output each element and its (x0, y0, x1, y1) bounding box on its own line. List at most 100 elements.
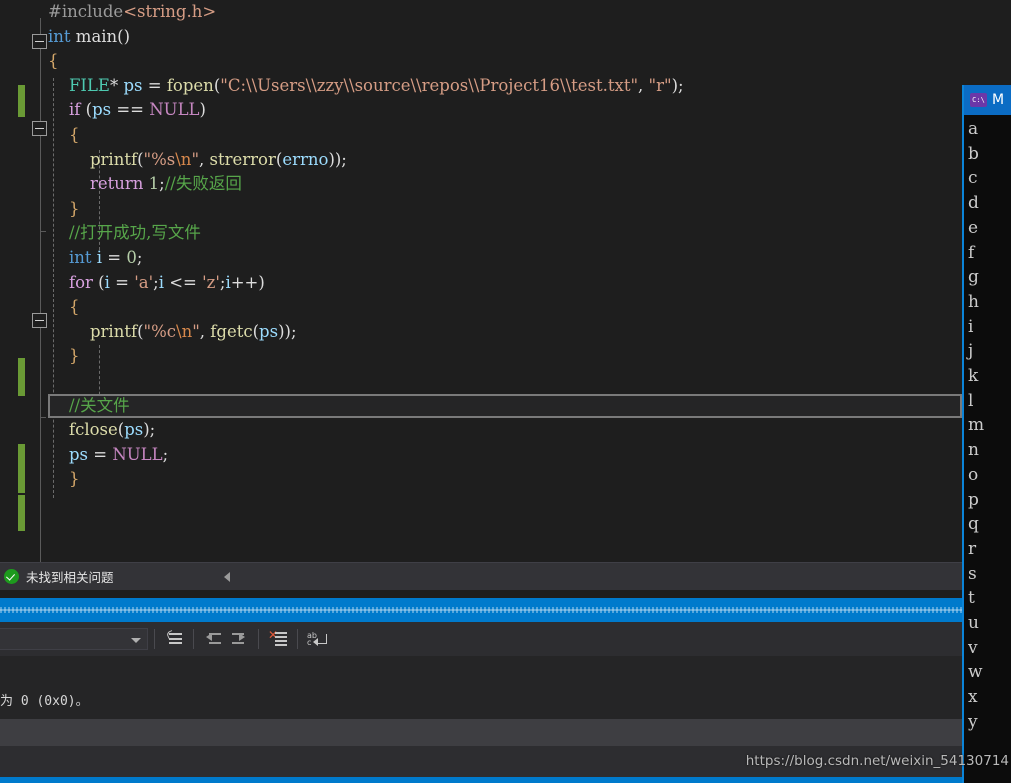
chevron-down-icon (131, 638, 141, 643)
code-token: , (199, 149, 210, 169)
code-token: "r" (648, 75, 672, 95)
code-token: = (102, 247, 127, 267)
change-marker (18, 85, 25, 117)
code-line[interactable]: { (0, 49, 962, 74)
source-select[interactable] (0, 628, 148, 650)
code-token: 1 (148, 174, 160, 194)
clear-all-icon: ✕ (268, 629, 287, 646)
toolbar-separator (297, 629, 298, 649)
word-wrap-button[interactable]: ab c (304, 627, 330, 651)
code-token: == (111, 100, 150, 120)
code-token: 'a' (134, 272, 154, 292)
code-token: fopen (166, 75, 214, 95)
code-line[interactable]: fclose(ps); (0, 418, 962, 443)
code-line[interactable]: { (0, 123, 962, 148)
code-line[interactable]: return 1;//失败返回 (0, 172, 962, 197)
code-token: { (68, 124, 80, 144)
console-line: x (968, 687, 978, 708)
structure-guide (40, 418, 41, 562)
code-line[interactable]: #include<string.h> (0, 0, 962, 25)
code-line[interactable]: } (0, 197, 962, 222)
vs-editor-window: #include<string.h> int main() { FILE* ps =… (0, 0, 1011, 783)
output-pane[interactable]: 为 0 (0x0)。 (0, 656, 962, 719)
code-token: int (68, 247, 92, 267)
code-line-text: { (48, 297, 80, 316)
code-token: } (68, 469, 80, 489)
code-text-area[interactable]: #include<string.h> int main() { FILE* ps =… (0, 0, 962, 562)
undo-list-button[interactable] (161, 627, 187, 651)
output-text: 为 0 (0x0)。 (0, 694, 89, 709)
code-line[interactable]: for (i = 'a';i <= 'z';i++) (0, 271, 962, 296)
code-line-text: { (48, 124, 80, 144)
output-toolbar[interactable]: ✕ ab c (0, 622, 962, 656)
change-marker (18, 495, 25, 531)
code-token: )); (278, 321, 297, 341)
code-line[interactable]: int main() (0, 25, 962, 50)
code-line[interactable]: int i = 0; (0, 246, 962, 271)
console-title-label: M (992, 92, 1005, 108)
code-line-text: FILE* ps = fopen("C:\\Users\\zzy\\source… (48, 76, 684, 95)
error-status-strip[interactable]: 未找到相关问题 (0, 562, 962, 590)
code-line-text: int main() (48, 27, 130, 46)
code-line[interactable]: if (ps == NULL) (0, 98, 962, 123)
console-line: l (968, 390, 974, 411)
code-line[interactable]: } (0, 467, 962, 492)
console-line: f (968, 242, 975, 263)
code-token: FILE (68, 75, 110, 95)
code-token: fclose (68, 420, 118, 440)
clear-all-button[interactable]: ✕ (265, 627, 291, 651)
code-line[interactable]: { (0, 295, 962, 320)
code-token: { (48, 51, 59, 71)
code-token: ; (136, 247, 143, 267)
code-token: ); (143, 420, 156, 440)
code-line-text: if (ps == NULL) (48, 100, 206, 119)
change-marker (18, 358, 25, 396)
code-token: = (142, 75, 167, 95)
console-line: h (968, 291, 979, 312)
code-token: strerror (209, 149, 276, 169)
code-token: ; (162, 444, 169, 464)
selected-tab-bar[interactable] (0, 598, 962, 622)
collapse-arrow-icon[interactable] (224, 572, 230, 582)
code-token: "C:\\Users\\zzy\\source\\repos\\Project1… (220, 75, 639, 95)
code-token: int (48, 26, 71, 46)
fold-toggle-icon[interactable] (32, 121, 47, 136)
console-title-bar[interactable]: C:\ M (964, 85, 1011, 115)
console-line: v (968, 637, 978, 658)
code-token: ); (671, 75, 684, 95)
code-editor-pane[interactable]: #include<string.h> int main() { FILE* ps =… (0, 0, 962, 562)
code-line-text: { (48, 51, 59, 70)
fold-toggle-icon[interactable] (32, 313, 47, 328)
code-line-text: #include<string.h> (48, 2, 216, 21)
code-token: main() (70, 26, 131, 46)
code-line[interactable]: printf("%s\n", strerror(errno)); (0, 148, 962, 173)
watermark-text: https://blog.csdn.net/weixin_54130714 (745, 753, 1009, 769)
console-line: a (968, 119, 979, 139)
code-token: #include (48, 2, 124, 21)
console-line: i (968, 316, 974, 337)
code-token: NULL (149, 100, 200, 120)
code-token: , (638, 75, 649, 95)
outdent-button[interactable] (200, 627, 226, 651)
code-line[interactable]: printf("%c\n", fgetc(ps)); (0, 320, 962, 345)
code-line[interactable]: ps = NULL; (0, 443, 962, 468)
code-line-text: printf("%c\n", fgetc(ps)); (48, 322, 297, 341)
code-token: 'z' (202, 272, 220, 292)
code-line[interactable]: //打开成功,写文件 (0, 221, 962, 246)
code-line-text: fclose(ps); (48, 420, 155, 439)
code-token: printf (89, 149, 138, 169)
code-token: "%s (143, 149, 176, 169)
code-line-text: } (48, 346, 80, 365)
structure-guide (40, 232, 41, 240)
indent-button[interactable] (226, 627, 252, 651)
code-line[interactable]: FILE* ps = fopen("C:\\Users\\zzy\\source… (0, 74, 962, 99)
code-line[interactable]: } (0, 344, 962, 369)
fold-toggle-icon[interactable] (32, 34, 47, 49)
console-line: b (968, 143, 979, 164)
code-line[interactable] (0, 369, 962, 394)
code-token: //关文件 (68, 395, 130, 415)
console-line: t (968, 588, 975, 609)
cmd-icon: C:\ (970, 93, 987, 107)
code-token: 0 (126, 247, 137, 267)
debug-console-window[interactable]: C:\ M abcdefghijklmnopqrstuvwxy (962, 85, 1011, 783)
